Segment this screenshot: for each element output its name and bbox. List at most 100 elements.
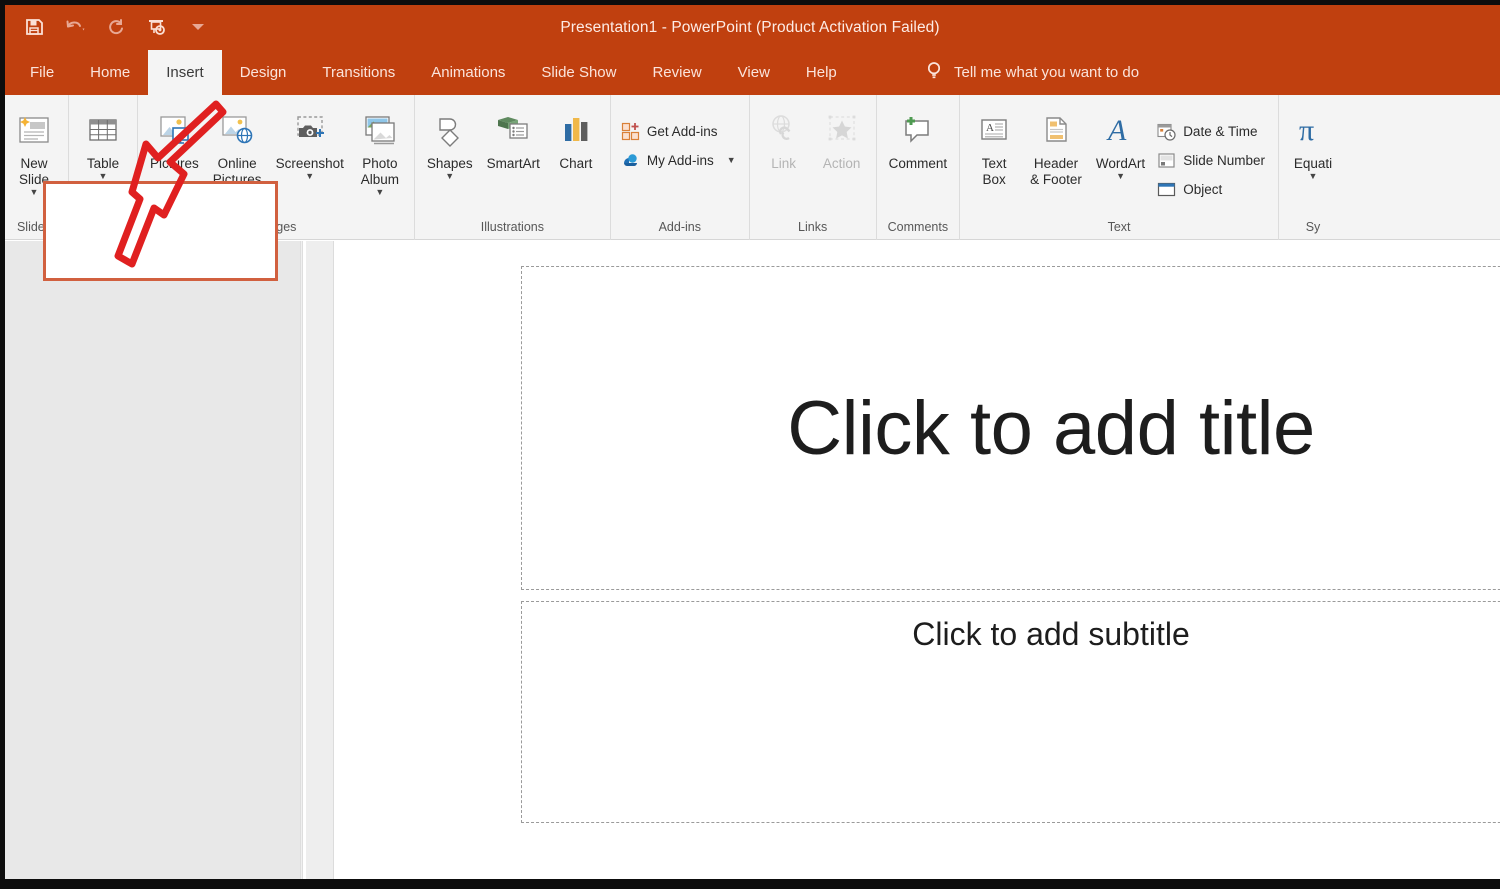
wordart-button[interactable]: A WordArt▼ — [1090, 103, 1151, 184]
chevron-down-icon[interactable]: ▼ — [1309, 172, 1318, 181]
button-label: WordArt — [1096, 156, 1145, 172]
button-label: Table — [87, 156, 119, 172]
my-add-ins-button[interactable]: My Add-ins▼ — [617, 148, 743, 173]
save-icon[interactable] — [22, 15, 46, 39]
powerpoint-window: Presentation1 - PowerPoint (Product Acti… — [0, 0, 1500, 889]
button-label: Object — [1183, 182, 1222, 197]
pane-splitter[interactable] — [306, 241, 334, 879]
svg-text:A: A — [986, 122, 994, 134]
date-time-icon — [1157, 122, 1176, 141]
ribbon-group-links: Link Action Links — [749, 95, 876, 240]
shapes-button[interactable]: Shapes▼ — [421, 103, 479, 184]
title-placeholder-text: Click to add title — [787, 385, 1314, 472]
tab-design[interactable]: Design — [222, 50, 305, 95]
equation-button[interactable]: π Equati▼ — [1285, 103, 1341, 184]
quick-access-toolbar — [22, 12, 210, 42]
table-icon — [83, 106, 123, 154]
ribbon-group-text: A Text Box Header & Footer A WordArt▼ Date & … — [959, 95, 1278, 240]
button-label: Slide Number — [1183, 153, 1265, 168]
ribbon-group-title: Sy — [1279, 220, 1347, 234]
button-label: Shapes — [427, 156, 473, 172]
letterbox-top — [0, 0, 1500, 5]
slide-thumbnail-1[interactable] — [43, 181, 278, 281]
chevron-down-icon[interactable]: ▼ — [99, 172, 108, 181]
button-label: Link — [771, 156, 796, 172]
chevron-down-icon[interactable]: ▼ — [727, 156, 736, 165]
photo-album-button[interactable]: Photo Album▼ — [352, 103, 408, 200]
shapes-icon — [430, 106, 470, 154]
customize-qat-icon[interactable] — [186, 15, 210, 39]
button-label: Equati — [1294, 156, 1332, 172]
tab-home[interactable]: Home — [72, 50, 148, 95]
button-label: Action — [823, 156, 861, 172]
online-pictures-icon — [217, 106, 257, 154]
get-add-ins-button[interactable]: Get Add-ins — [617, 119, 743, 144]
header-footer-button[interactable]: Header & Footer — [1024, 103, 1088, 191]
chevron-down-icon[interactable]: ▼ — [445, 172, 454, 181]
ribbon-group-title: Illustrations — [415, 220, 610, 234]
tab-transitions[interactable]: Transitions — [304, 50, 413, 95]
redo-icon[interactable] — [104, 15, 128, 39]
ribbon-group-title: Links — [750, 220, 876, 234]
chevron-down-icon[interactable]: ▼ — [1116, 172, 1125, 181]
tab-review[interactable]: Review — [634, 50, 719, 95]
pictures-icon — [154, 106, 194, 154]
wordart-icon: A — [1101, 106, 1141, 154]
slide-number-button[interactable]: Slide Number — [1153, 148, 1272, 173]
header-footer-icon — [1036, 106, 1076, 154]
ribbon-group-title: Text — [960, 220, 1278, 234]
tab-label: Animations — [431, 64, 505, 81]
tab-help[interactable]: Help — [788, 50, 855, 95]
link-button: Link — [756, 103, 812, 175]
chevron-down-icon[interactable]: ▼ — [375, 188, 384, 197]
subtitle-placeholder-text: Click to add subtitle — [912, 616, 1189, 653]
table-button[interactable]: Table▼ — [75, 103, 131, 184]
smartart-button[interactable]: SmartArt — [481, 103, 546, 175]
text-box-icon: A — [974, 106, 1014, 154]
start-slideshow-icon[interactable] — [145, 15, 169, 39]
letterbox-left — [0, 0, 5, 889]
button-label: Text Box — [982, 156, 1007, 188]
text-box-button[interactable]: A Text Box — [966, 103, 1022, 191]
lightbulb-icon — [925, 61, 943, 85]
tab-file[interactable]: File — [12, 50, 72, 95]
chevron-down-icon[interactable]: ▼ — [305, 172, 314, 181]
tab-label: Design — [240, 64, 287, 81]
screenshot-button[interactable]: Screenshot▼ — [270, 103, 350, 184]
letterbox-bottom — [0, 879, 1500, 889]
title-placeholder[interactable]: Click to add title — [521, 266, 1500, 590]
small-button-column: Get Add-ins My Add-ins▼ — [617, 103, 743, 173]
button-label: Pictures — [150, 156, 199, 172]
tab-insert[interactable]: Insert — [148, 50, 222, 95]
button-label: Header & Footer — [1030, 156, 1082, 188]
object-button[interactable]: Object — [1153, 177, 1272, 202]
link-icon — [764, 106, 804, 154]
slide-canvas[interactable]: Click to add title Click to add subtitle — [335, 241, 1500, 879]
tab-label: Help — [806, 64, 837, 81]
ribbon-group-comments: CommentComments — [876, 95, 960, 240]
new-slide-icon — [14, 106, 54, 154]
tab-label: Review — [652, 64, 701, 81]
date-time-button[interactable]: Date & Time — [1153, 119, 1272, 144]
tab-animations[interactable]: Animations — [413, 50, 523, 95]
action-icon — [822, 106, 862, 154]
tab-slide-show[interactable]: Slide Show — [523, 50, 634, 95]
tell-me-search[interactable]: Tell me what you want to do — [925, 50, 1139, 95]
title-bar: Presentation1 - PowerPoint (Product Acti… — [0, 5, 1500, 50]
tab-view[interactable]: View — [720, 50, 788, 95]
comment-icon — [898, 106, 938, 154]
undo-icon[interactable] — [63, 15, 87, 39]
subtitle-placeholder[interactable]: Click to add subtitle — [521, 601, 1500, 823]
action-button: Action — [814, 103, 870, 175]
chevron-down-icon[interactable]: ▼ — [30, 188, 39, 197]
online-pictures-button[interactable]: Online Pictures — [207, 103, 268, 191]
button-label: Chart — [559, 156, 592, 172]
tell-me-label: Tell me what you want to do — [954, 64, 1139, 81]
equation-icon: π — [1293, 106, 1333, 154]
smartart-icon — [493, 106, 533, 154]
chart-button[interactable]: Chart — [548, 103, 604, 175]
slide-thumbnail-pane[interactable] — [5, 241, 300, 879]
pictures-button[interactable]: Pictures — [144, 103, 205, 175]
comment-button[interactable]: Comment — [883, 103, 954, 175]
tab-label: View — [738, 64, 770, 81]
